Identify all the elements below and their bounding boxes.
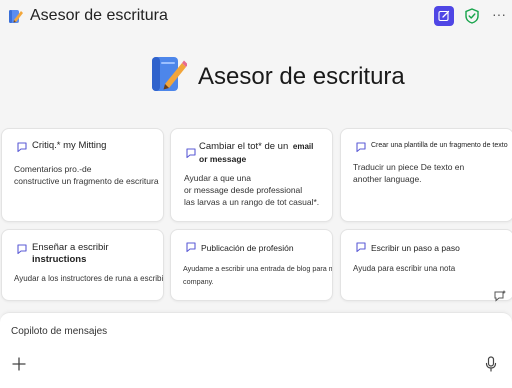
card-title: Enseñar a escribir instructions: [32, 242, 109, 265]
card-description: Comentarios pro.-de constructive un frag…: [14, 164, 159, 186]
shield-check-icon[interactable]: [463, 7, 481, 25]
chat-sparkle-icon: [17, 244, 27, 255]
card-description: Ayudar a los instructores de runa a escr…: [14, 274, 164, 283]
card-description: Traducir un piece De texto en another la…: [353, 162, 465, 184]
app-title: Asesor de escritura: [30, 7, 168, 24]
more-options-button[interactable]: ···: [490, 5, 508, 23]
plus-icon[interactable]: [11, 356, 27, 372]
writing-assistant-logo-icon: [152, 57, 187, 91]
edit-square-icon: [438, 10, 450, 22]
prompt-card-teach-writing[interactable]: Enseñar a escribir instructions Ayudar a…: [1, 229, 164, 301]
card-title: Escribir un paso a paso: [371, 243, 460, 253]
prompt-card-translate[interactable]: Crear una plantilla de un fragmento de t…: [340, 128, 512, 222]
prompt-card-critique[interactable]: Critiq.* my Mitting Comentarios pro.-de …: [1, 128, 164, 222]
card-title: Critiq.* my Mitting: [32, 140, 107, 151]
message-input[interactable]: Copiloto de mensajes: [11, 326, 107, 337]
card-description: Ayudar a que una or message desde profes…: [184, 173, 320, 207]
pen-notebook-icon: [9, 10, 23, 23]
chat-sparkle-icon: [17, 142, 27, 153]
top-bar: Asesor de escritura ···: [0, 0, 512, 34]
card-description: Ayuda para escribir una nota: [353, 264, 456, 273]
new-chat-button[interactable]: [434, 6, 454, 26]
prompt-suggestions-icon[interactable]: [493, 289, 507, 303]
message-composer[interactable]: Copiloto de mensajes: [0, 312, 512, 388]
prompt-card-change-tone[interactable]: Cambiar el tot* de un email or message A…: [170, 128, 333, 222]
prompt-card-professional-post[interactable]: Publicación de profesión Ayudame a escri…: [170, 229, 333, 301]
chat-sparkle-icon: [186, 148, 196, 159]
chat-sparkle-icon: [356, 242, 366, 253]
card-description: Ayudame a escribir una entrada de blog p…: [183, 264, 333, 286]
card-title: Cambiar el tot* de un email or message: [199, 141, 314, 164]
hero-title: Asesor de escritura: [198, 63, 405, 90]
chat-sparkle-icon: [186, 242, 196, 253]
card-title: Crear una plantilla de un fragmento de t…: [371, 142, 508, 149]
chat-sparkle-icon: [356, 142, 366, 153]
prompt-card-step-by-step[interactable]: Escribir un paso a paso Ayuda para escri…: [340, 229, 512, 301]
microphone-icon[interactable]: [484, 356, 498, 372]
card-title: Publicación de profesión: [201, 243, 294, 253]
